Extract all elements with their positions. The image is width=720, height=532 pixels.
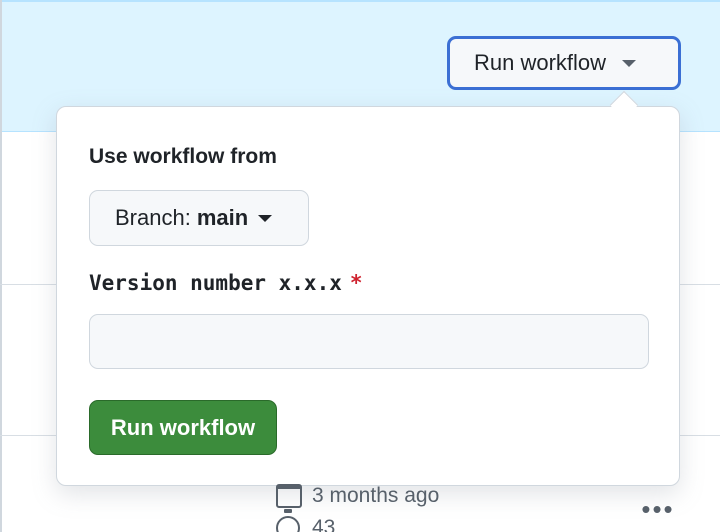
branch-select-button[interactable]: Branch: main (89, 190, 309, 246)
left-border (0, 0, 2, 532)
version-number-label: Version number x.x.x * (89, 271, 363, 295)
calendar-icon (276, 484, 302, 508)
run-duration: 43 (312, 516, 336, 532)
version-number-label-text: Version number x.x.x (89, 271, 342, 295)
run-workflow-dropdown-button[interactable]: Run workflow (447, 36, 681, 90)
branch-value: main (196, 205, 249, 230)
run-duration-meta: 43 (276, 509, 336, 532)
run-workflow-dropdown-label: Run workflow (474, 50, 607, 75)
version-number-input[interactable] (89, 314, 649, 369)
run-date-meta: 3 months ago (276, 484, 439, 508)
run-workflow-submit-button[interactable]: Run workflow (89, 400, 277, 455)
run-time-ago: 3 months ago (312, 484, 440, 507)
use-workflow-from-label: Use workflow from (89, 145, 277, 168)
run-workflow-popover: Use workflow from Branch: main Version n… (56, 106, 680, 486)
triangle-down-icon (258, 214, 273, 222)
triangle-down-icon (622, 59, 637, 67)
required-asterisk: * (349, 271, 363, 295)
kebab-horizontal-icon[interactable]: ••• (636, 494, 680, 524)
branch-prefix: Branch: (115, 205, 191, 230)
stopwatch-icon (276, 509, 300, 532)
